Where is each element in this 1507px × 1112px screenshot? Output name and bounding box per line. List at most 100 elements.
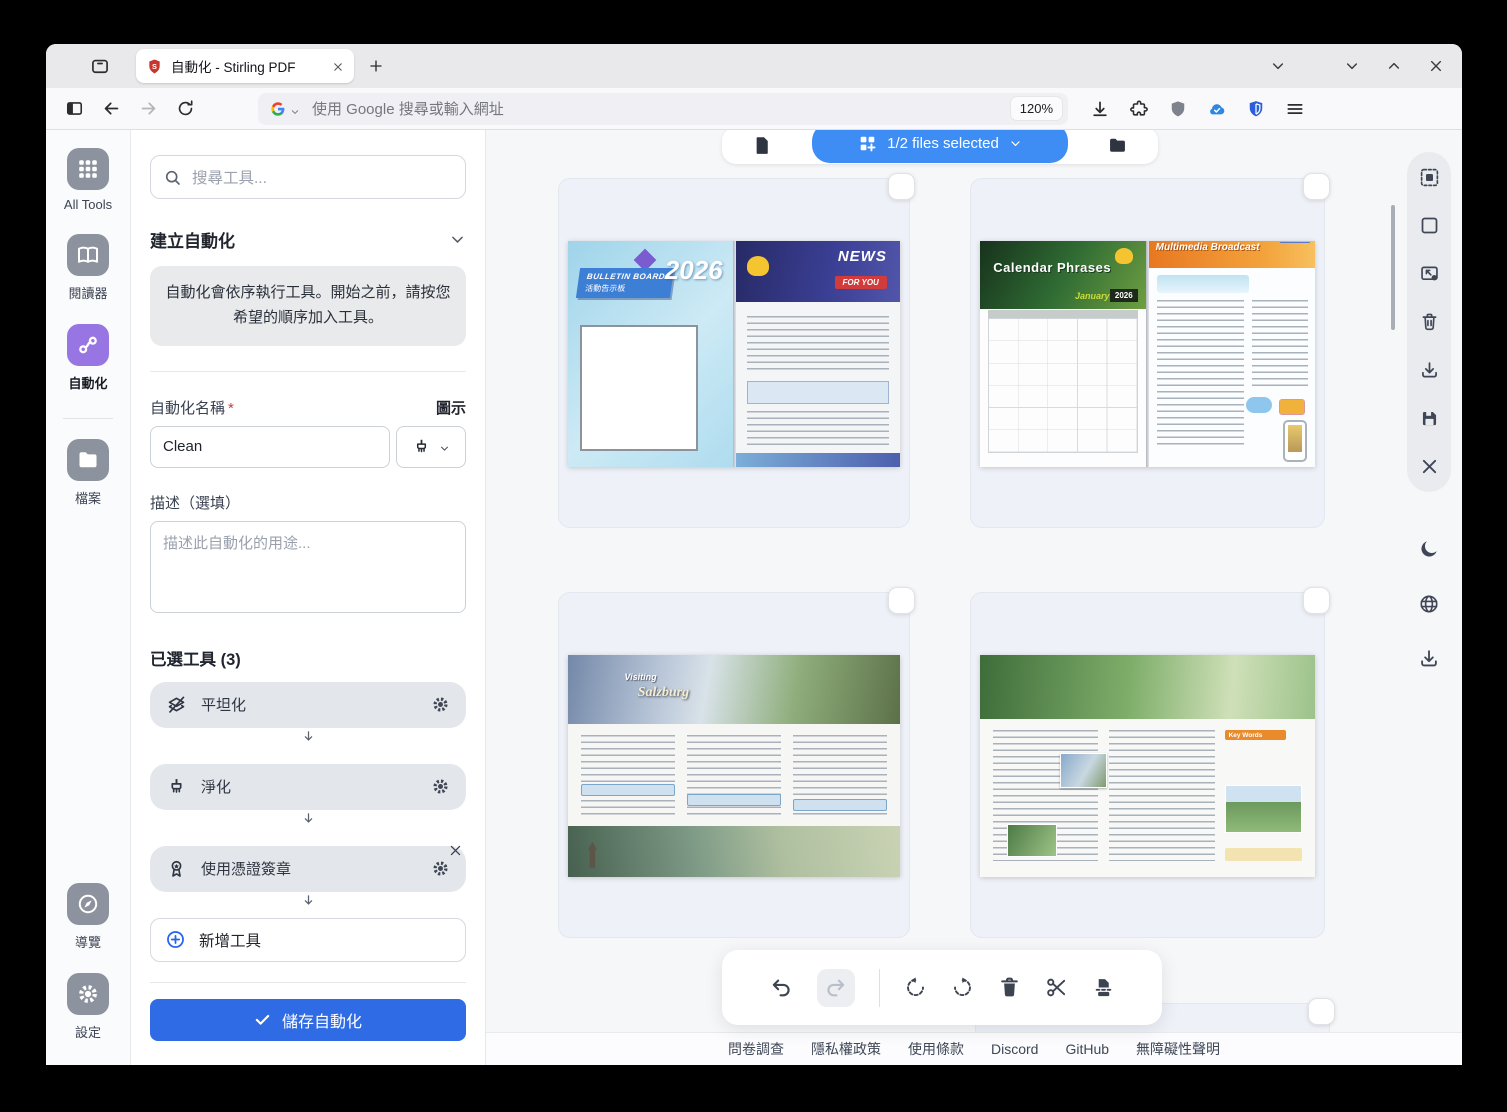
description-label: 描述（選填） [150, 492, 466, 513]
tool-settings-gear-icon[interactable] [431, 777, 450, 796]
back-icon[interactable] [102, 99, 121, 118]
file-icon[interactable] [752, 135, 773, 156]
tool-settings-gear-icon[interactable] [431, 859, 450, 878]
dark-mode-moon-icon[interactable] [1418, 538, 1440, 560]
cut-scissors-icon[interactable] [1045, 976, 1068, 999]
page-select-checkbox[interactable] [1303, 173, 1330, 200]
footer-link-survey[interactable]: 問卷調查 [728, 1039, 784, 1059]
extensions-icon[interactable] [1129, 99, 1149, 119]
chevron-down-icon [439, 441, 450, 452]
rotate-right-icon[interactable] [951, 976, 974, 999]
redo-icon [824, 976, 847, 999]
sidebar-item-reader[interactable]: 閱讀器 [67, 234, 109, 302]
firefox-view-icon[interactable] [90, 56, 110, 76]
remove-tool-icon[interactable] [448, 843, 463, 858]
delete-selection-icon[interactable] [1419, 311, 1440, 332]
page-select-checkbox[interactable] [888, 587, 915, 614]
select-all-icon[interactable] [1419, 167, 1440, 188]
tool-settings-gear-icon[interactable] [431, 695, 450, 714]
undo-icon[interactable] [770, 976, 793, 999]
save-automation-button[interactable]: 儲存自動化 [150, 999, 466, 1041]
zoom-level-badge[interactable]: 120% [1011, 97, 1062, 120]
language-globe-icon[interactable] [1418, 593, 1440, 615]
footer-link-github[interactable]: GitHub [1065, 1041, 1109, 1057]
window-minimize-icon[interactable] [1344, 58, 1360, 74]
footer-link-discord[interactable]: Discord [991, 1041, 1038, 1057]
automation-icon [67, 324, 109, 366]
footer-link-accessibility[interactable]: 無障礙性聲明 [1136, 1039, 1220, 1059]
sidebar-item-all-tools[interactable]: All Tools [64, 148, 112, 212]
page-card[interactable]: Key Words [970, 592, 1325, 938]
page-thumbnail: Key Words [980, 655, 1315, 877]
tab-title: 自動化 - Stirling PDF [171, 56, 324, 76]
downloads-icon[interactable] [1090, 99, 1110, 119]
google-icon [270, 101, 286, 117]
browser-tab[interactable]: S 自動化 - Stirling PDF [136, 49, 354, 83]
new-tab-button[interactable] [368, 58, 384, 74]
toolbar-divider [879, 969, 880, 1007]
footer-link-privacy[interactable]: 隱私權政策 [811, 1039, 881, 1059]
flow-arrow-icon [150, 728, 466, 752]
tool-chip-sanitize[interactable]: 淨化 [150, 764, 466, 810]
page-select-checkbox[interactable] [1308, 998, 1335, 1025]
search-engine-chevron-icon[interactable] [290, 104, 300, 114]
tool-chip-certificate-sign[interactable]: 使用憑證簽章 [150, 846, 466, 892]
description-textarea[interactable] [150, 521, 466, 613]
panel-divider [150, 982, 466, 983]
download-selection-icon[interactable] [1419, 360, 1440, 381]
folder-icon[interactable] [1107, 135, 1128, 156]
add-tool-button[interactable]: 新增工具 [150, 918, 466, 962]
reload-icon[interactable] [176, 99, 195, 118]
page-select-checkbox[interactable] [888, 173, 915, 200]
tool-search-input[interactable]: 搜尋工具... [150, 155, 466, 199]
certificate-icon [166, 858, 187, 879]
page-card[interactable]: BULLETIN BOARD 活動告示板 2026 NEWS FOR YOU [558, 178, 910, 528]
sidebar-item-settings[interactable]: 設定 [67, 973, 109, 1041]
flatten-icon [166, 694, 187, 715]
files-folder-icon [67, 439, 109, 481]
create-automation-header[interactable]: 建立自動化 [150, 227, 466, 252]
automation-name-input[interactable] [150, 426, 390, 468]
icon-select[interactable] [396, 426, 466, 468]
url-bar[interactable]: 使用 Google 搜尋或輸入網址 120% [258, 93, 1068, 125]
deselect-icon[interactable] [1419, 215, 1440, 236]
page-card[interactable]: Visiting Salzburg [558, 592, 910, 938]
footer-link-terms[interactable]: 使用條款 [908, 1039, 964, 1059]
ublock-shield-icon[interactable] [1168, 99, 1188, 119]
sync-cloud-icon[interactable] [1207, 99, 1227, 119]
rotate-left-icon[interactable] [904, 976, 927, 999]
bitwarden-shield-icon[interactable] [1246, 99, 1266, 119]
page-card[interactable]: Calendar Phrases January 2026 Multimedia… [970, 178, 1325, 528]
automation-name-label: 自動化名稱* [150, 397, 234, 418]
compass-icon [67, 883, 109, 925]
close-selection-icon[interactable] [1419, 456, 1440, 477]
menu-icon[interactable] [1285, 99, 1305, 119]
download-icon[interactable] [1418, 648, 1440, 670]
split-page-icon[interactable] [1092, 976, 1115, 999]
sidebar-item-navigate[interactable]: 導覽 [67, 883, 109, 951]
delete-page-icon[interactable] [998, 976, 1021, 999]
tool-chip-flatten[interactable]: 平坦化 [150, 682, 466, 728]
files-selected-dropdown[interactable]: 1/2 files selected [812, 130, 1068, 163]
window-close-icon[interactable] [1428, 58, 1444, 74]
collapse-chevron-icon[interactable] [449, 231, 466, 248]
sidebar-item-files[interactable]: 檔案 [67, 439, 109, 507]
canvas-scrollbar[interactable] [1391, 205, 1395, 330]
page-select-checkbox[interactable] [1303, 587, 1330, 614]
sidebar-item-automation[interactable]: 自動化 [67, 324, 109, 392]
chevron-down-icon [1009, 137, 1022, 150]
url-placeholder: 使用 Google 搜尋或輸入網址 [312, 98, 1011, 119]
browser-window: S 自動化 - Stirling PDF 使用 Google 搜尋或輸入網址 1… [46, 44, 1462, 1065]
window-maximize-icon[interactable] [1386, 58, 1402, 74]
list-tabs-icon[interactable] [1270, 58, 1286, 74]
save-selection-icon[interactable] [1419, 408, 1440, 429]
flow-arrow-icon [150, 810, 466, 834]
page-edit-toolbar [722, 950, 1162, 1025]
tab-close-icon[interactable] [332, 60, 344, 72]
export-selection-icon[interactable] [1419, 263, 1440, 284]
redo-button-disabled [817, 969, 855, 1007]
panel-divider [150, 371, 466, 372]
view-tool-rail [1407, 538, 1451, 670]
grid-plus-icon [858, 134, 877, 153]
sidebar-toggle-icon[interactable] [65, 99, 84, 118]
